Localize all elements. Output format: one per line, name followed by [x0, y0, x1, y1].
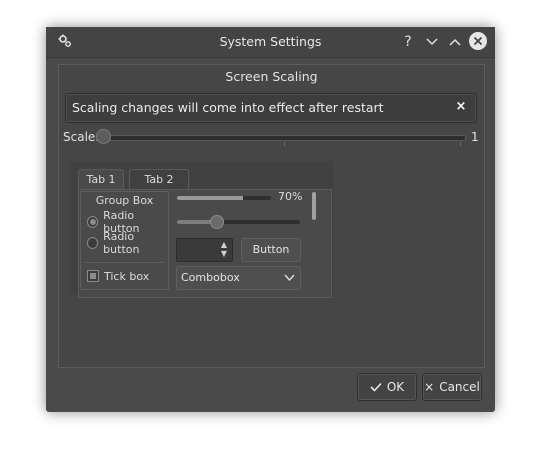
scale-label: Scale:	[63, 130, 100, 144]
restart-notice-banner: Scaling changes will come into effect af…	[65, 93, 477, 123]
radio-button-2[interactable]: Radio button	[87, 230, 168, 256]
scale-value: 1	[471, 130, 479, 144]
tab-widget: Tab 1 Tab 2 Group Box Radio button Radio…	[71, 161, 333, 298]
titlebar[interactable]: System Settings ?	[46, 27, 495, 58]
scale-slider-track[interactable]	[102, 135, 466, 141]
checkbox-label: Tick box	[104, 269, 150, 283]
settings-frame: Screen Scaling Scaling changes will come…	[58, 64, 485, 368]
divider	[85, 262, 164, 263]
slider-handle[interactable]	[210, 215, 225, 229]
banner-close-icon[interactable]: ×	[454, 100, 468, 114]
ok-label: OK	[386, 380, 405, 394]
progress-value: 70%	[278, 190, 303, 203]
spin-box[interactable]: ▲ ▼	[176, 238, 233, 262]
tick-box[interactable]: Tick box	[87, 269, 149, 283]
radio-label: Radio button	[103, 230, 140, 256]
slider-track[interactable]	[177, 220, 300, 224]
group-box: Group Box Radio button Radio button Tick…	[80, 191, 169, 290]
tab-1[interactable]: Tab 1	[78, 169, 124, 190]
combobox-value: Combobox	[181, 271, 240, 284]
combobox[interactable]: Combobox	[176, 266, 301, 290]
push-button[interactable]: Button	[241, 238, 301, 262]
help-icon[interactable]: ?	[398, 32, 418, 52]
ok-button[interactable]: OK	[357, 373, 417, 401]
minimize-icon[interactable]	[422, 32, 442, 52]
spin-arrows-icon[interactable]: ▲ ▼	[219, 240, 229, 258]
scale-tick	[284, 142, 285, 146]
maximize-icon[interactable]	[445, 32, 465, 52]
tab-1-pane: Group Box Radio button Radio button Tick…	[78, 189, 332, 298]
cancel-x-icon: ×	[424, 380, 435, 394]
checkbox-indicator[interactable]	[87, 270, 99, 282]
cancel-label: Cancel	[439, 380, 480, 394]
vertical-scrollbar[interactable]	[312, 192, 316, 220]
radio-indicator[interactable]	[87, 216, 99, 228]
radio-button-1[interactable]: Radio button	[87, 209, 168, 235]
tab-2[interactable]: Tab 2	[129, 169, 189, 190]
cancel-button[interactable]: × Cancel	[422, 373, 482, 401]
radio-indicator[interactable]	[87, 237, 99, 249]
scale-tick	[460, 142, 461, 146]
system-settings-window: System Settings ? Screen Scaling Scaling…	[46, 27, 495, 412]
progress-bar	[177, 196, 271, 200]
chevron-down-icon	[284, 274, 295, 282]
scale-slider-handle[interactable]	[96, 129, 111, 144]
close-icon[interactable]	[469, 32, 487, 50]
group-box-title: Group Box	[95, 194, 154, 207]
check-icon	[370, 382, 382, 392]
banner-message: Scaling changes will come into effect af…	[72, 100, 384, 115]
progress-fill	[177, 196, 243, 200]
section-heading: Screen Scaling	[225, 69, 318, 84]
